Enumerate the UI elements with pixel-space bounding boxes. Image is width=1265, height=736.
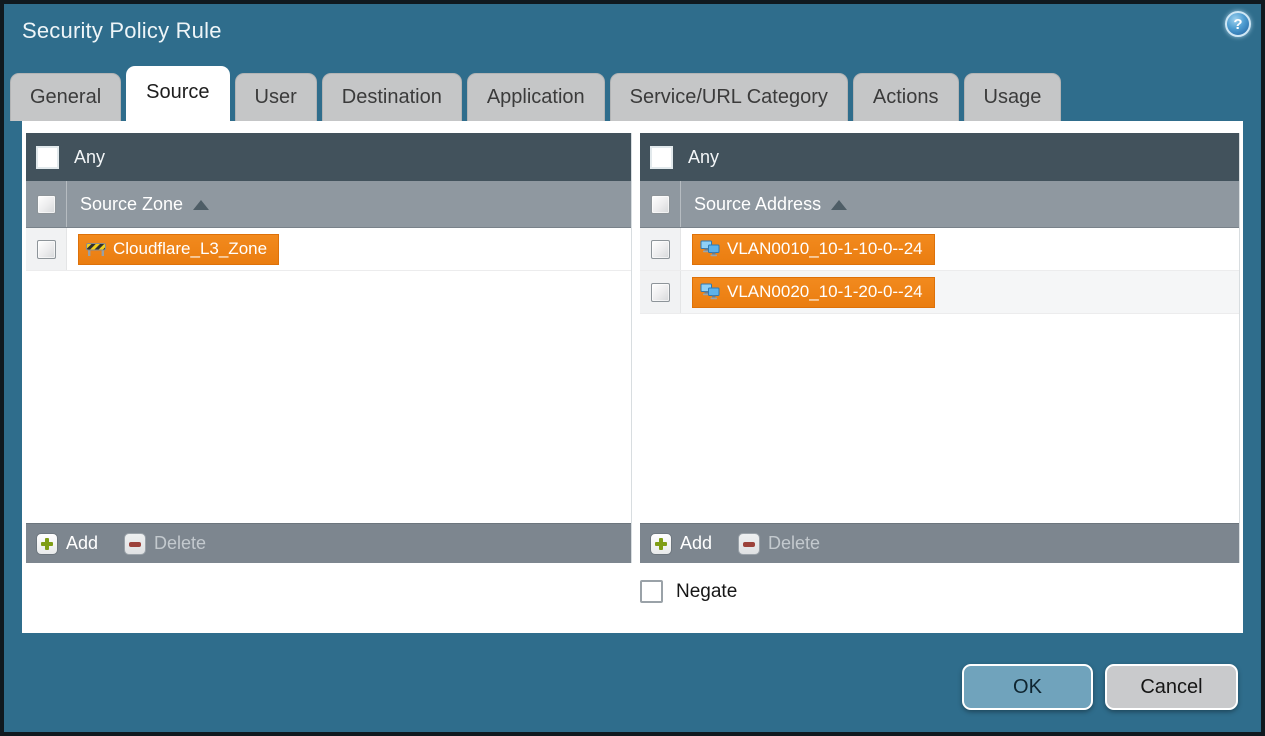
source-zone-list: Cloudflare_L3_Zone	[26, 228, 631, 523]
source-zone-any-checkbox[interactable]	[36, 145, 59, 169]
source-address-footer: Add Delete	[640, 523, 1239, 563]
source-address-tag[interactable]: VLAN0010_10-1-10-0--24	[692, 233, 935, 265]
ok-button[interactable]: OK	[962, 664, 1093, 710]
delete-source-address-button[interactable]: Delete	[738, 532, 820, 555]
source-address-any-label: Any	[688, 146, 720, 167]
source-zone-panel: Any Source Zone Cloudflare_L3_Zone Add D…	[26, 133, 632, 563]
tab-source[interactable]: Source	[126, 66, 230, 121]
row-checkbox-cell	[26, 228, 67, 270]
source-tab-content: Any Source Zone Cloudflare_L3_Zone Add D…	[22, 121, 1243, 633]
row-checkbox-cell	[640, 271, 681, 313]
source-address-row[interactable]: VLAN0020_10-1-20-0--24	[640, 271, 1239, 314]
source-zone-footer: Add Delete	[26, 523, 631, 563]
tab-user[interactable]: User	[234, 73, 317, 121]
dialog-title: Security Policy Rule	[22, 18, 222, 43]
help-icon[interactable]: ?	[1225, 11, 1251, 37]
plus-icon	[36, 532, 58, 555]
negate-control: Negate	[640, 580, 737, 603]
source-zone-name: Cloudflare_L3_Zone	[113, 239, 268, 258]
sort-ascending-icon	[831, 200, 848, 210]
tab-application[interactable]: Application	[466, 73, 605, 121]
row-checkbox-cell	[640, 228, 681, 270]
source-address-name: VLAN0020_10-1-20-0--24	[727, 282, 923, 301]
source-address-any-checkbox[interactable]	[650, 145, 673, 169]
source-zone-tag[interactable]: Cloudflare_L3_Zone	[78, 233, 280, 265]
negate-label: Negate	[676, 580, 738, 602]
tab-actions[interactable]: Actions	[852, 73, 959, 121]
source-address-any-row: Any	[640, 133, 1239, 181]
security-policy-rule-dialog: Security Policy Rule ? General Source Us…	[0, 0, 1265, 736]
tab-usage[interactable]: Usage	[963, 73, 1062, 121]
tab-bar: General Source User Destination Applicat…	[10, 62, 1062, 121]
address-icon	[700, 240, 720, 257]
source-address-row[interactable]: VLAN0010_10-1-10-0--24	[640, 228, 1239, 271]
tab-destination[interactable]: Destination	[321, 73, 462, 121]
source-address-select-all-cell	[640, 181, 681, 227]
add-source-zone-button[interactable]: Add	[36, 532, 98, 555]
add-source-address-button[interactable]: Add	[650, 532, 712, 555]
source-zone-select-all-checkbox[interactable]	[36, 194, 56, 214]
minus-icon	[124, 532, 147, 555]
source-zone-row[interactable]: Cloudflare_L3_Zone	[26, 228, 631, 271]
delete-source-zone-button[interactable]: Delete	[124, 532, 206, 555]
source-address-row-checkbox[interactable]	[650, 282, 670, 302]
sort-ascending-icon	[193, 200, 210, 210]
source-address-name: VLAN0010_10-1-10-0--24	[727, 239, 923, 258]
source-address-row-checkbox[interactable]	[650, 239, 670, 259]
cancel-button[interactable]: Cancel	[1105, 664, 1238, 710]
source-zone-select-all-cell	[26, 181, 67, 227]
source-zone-any-row: Any	[26, 133, 631, 181]
plus-icon	[650, 532, 672, 555]
source-address-column-header[interactable]: Source Address	[640, 181, 1239, 228]
source-zone-row-checkbox[interactable]	[36, 239, 56, 259]
source-zone-any-label: Any	[74, 146, 106, 167]
negate-checkbox[interactable]	[640, 580, 663, 603]
source-zone-column-label: Source Zone	[80, 193, 184, 214]
zone-icon	[86, 243, 106, 256]
source-address-column-label: Source Address	[694, 193, 822, 214]
minus-icon	[738, 532, 761, 555]
tab-general[interactable]: General	[10, 73, 122, 121]
address-icon	[700, 283, 720, 300]
source-address-panel: Any Source Address VLAN0010_10-1-10-0--2…	[640, 133, 1240, 563]
source-address-list: VLAN0010_10-1-10-0--24 VLAN0020_10-1-20-…	[640, 228, 1239, 523]
dialog-titlebar: Security Policy Rule ?	[4, 4, 1261, 62]
source-zone-column-header[interactable]: Source Zone	[26, 181, 631, 228]
source-address-tag[interactable]: VLAN0020_10-1-20-0--24	[692, 276, 935, 308]
tab-service-url-category[interactable]: Service/URL Category	[609, 73, 848, 121]
source-address-select-all-checkbox[interactable]	[650, 194, 670, 214]
